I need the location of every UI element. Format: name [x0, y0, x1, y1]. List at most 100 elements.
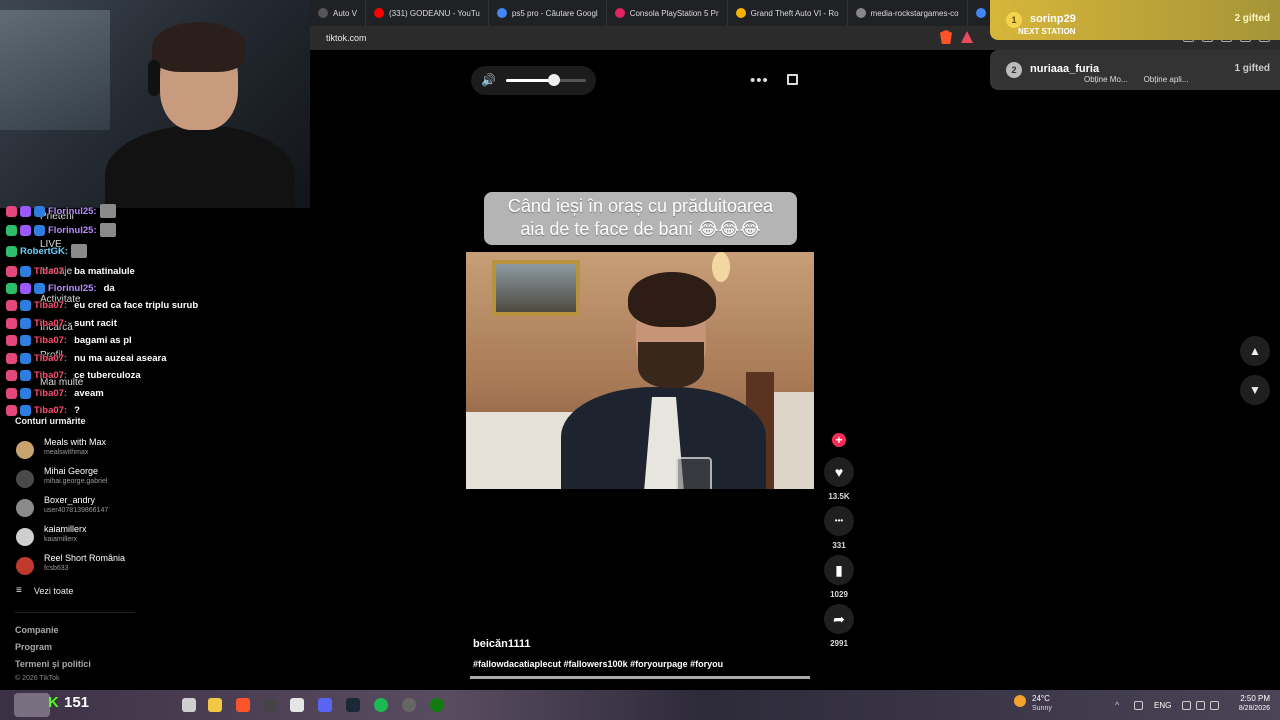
- chat-badge-icon: [34, 205, 45, 217]
- tab-label: media-rockstargames-co: [870, 8, 959, 18]
- chat-username[interactable]: Tiba07:: [34, 370, 67, 381]
- more-options-button[interactable]: •••: [750, 72, 769, 89]
- chat-username[interactable]: Florinul25:: [48, 206, 97, 217]
- following-account[interactable]: Boxer_andry user4078139866147: [16, 495, 186, 523]
- sun-icon[interactable]: [1014, 695, 1026, 707]
- tab-label: ps5 pro - Căutare Googl: [511, 8, 598, 18]
- url-text[interactable]: tiktok.com: [326, 33, 367, 43]
- like-count: 13.5K: [828, 492, 850, 501]
- chat-text: bagami as pl: [74, 334, 132, 346]
- tab-label: (331) GODEANU - YouTu: [389, 8, 480, 18]
- chat-username[interactable]: Tiba07:: [34, 266, 67, 277]
- emote-icon: [99, 204, 116, 218]
- share-icon[interactable]: ➦: [824, 604, 854, 634]
- chat-badge-icon: [6, 265, 17, 277]
- follow-plus-button[interactable]: +: [832, 433, 846, 447]
- browser-tab[interactable]: Auto V: [310, 0, 367, 26]
- obs-icon[interactable]: [402, 698, 416, 712]
- video-progress-bar[interactable]: [470, 676, 810, 679]
- battery-icon[interactable]: [1210, 701, 1219, 710]
- account-username: user4078139866147: [44, 507, 109, 514]
- webcam-window-bg: [0, 10, 110, 130]
- webcam-overlay: [0, 0, 310, 208]
- network-icon[interactable]: [1182, 701, 1191, 710]
- tab-favicon-icon: [318, 8, 328, 18]
- get-mobile-link[interactable]: Obține Mo...: [1084, 75, 1128, 84]
- chat-badge-icon: [6, 205, 17, 217]
- store-icon[interactable]: [290, 698, 304, 712]
- brave-icon[interactable]: [236, 698, 250, 712]
- tab-label: Grand Theft Auto VI - Ro: [750, 8, 839, 18]
- previous-video-button[interactable]: ▲: [1240, 336, 1270, 366]
- chat-username[interactable]: Florinul25:: [48, 225, 97, 236]
- avatar: [16, 557, 34, 575]
- clock-date[interactable]: 8/28/2026: [1230, 705, 1270, 712]
- brave-shield-icon[interactable]: [940, 30, 952, 44]
- following-account[interactable]: Mihai George mihai.george.gabriel: [16, 466, 186, 494]
- video-progress-fill: [470, 676, 810, 679]
- steam-icon[interactable]: [346, 698, 360, 712]
- hashtags[interactable]: #fallowdacatiaplecut #fallowers100k #for…: [473, 659, 723, 669]
- webcam-person-body: [105, 125, 295, 208]
- account-name: Meals with Max: [44, 437, 107, 447]
- chat-message: Tiba07: ba matinalule: [6, 263, 135, 279]
- avatar: [16, 470, 34, 488]
- chat-badge-icon: [20, 334, 31, 346]
- speaker-icon[interactable]: [1196, 701, 1205, 710]
- next-station-label: NEXT STATION: [1018, 27, 1076, 36]
- video-person-hair: [628, 272, 716, 327]
- get-app-link[interactable]: Obține apli...: [1144, 75, 1189, 84]
- browser-tab[interactable]: media-rockstargames-co: [848, 0, 968, 26]
- browser-tab[interactable]: ps5 pro - Căutare Googl: [489, 0, 607, 26]
- following-account[interactable]: kaiamillerx kaiamillerx: [16, 524, 186, 552]
- volume-icon[interactable]: 🔊: [481, 73, 496, 87]
- chat-badge-icon: [6, 299, 17, 311]
- chat-username[interactable]: Florinul25:: [48, 283, 97, 294]
- mic-icon[interactable]: [1134, 701, 1143, 710]
- language-indicator[interactable]: ENG: [1154, 701, 1171, 710]
- browser-tab[interactable]: Consola PlayStation 5 Pr: [607, 0, 728, 26]
- chat-username[interactable]: RobertGK:: [20, 246, 68, 257]
- video-player[interactable]: [466, 252, 814, 489]
- get-app-links: Obține Mo... Obține apli...: [1084, 75, 1189, 84]
- chat-text: ba matinalule: [74, 265, 135, 277]
- chat-username[interactable]: Tiba07:: [34, 388, 67, 399]
- bookmark-icon[interactable]: ▮: [824, 555, 854, 585]
- volume-knob[interactable]: [548, 74, 560, 86]
- next-video-button[interactable]: ▼: [1240, 375, 1270, 405]
- discord-icon[interactable]: [318, 698, 332, 712]
- chevron-up-icon[interactable]: ^: [1115, 701, 1124, 710]
- footer-link[interactable]: Companie: [15, 625, 59, 635]
- chat-username[interactable]: Tiba07:: [34, 353, 67, 364]
- chat-badge-icon: [20, 224, 31, 236]
- list-icon: ≡: [16, 585, 22, 596]
- footer-link[interactable]: Termeni și politici: [15, 659, 91, 669]
- app-icon[interactable]: [263, 698, 277, 712]
- chat-username[interactable]: Tiba07:: [34, 300, 67, 311]
- following-account[interactable]: Meals with Max mealswithmax: [16, 437, 186, 465]
- chat-text: ?: [74, 404, 80, 416]
- spotify-icon[interactable]: [374, 698, 388, 712]
- browser-tab[interactable]: Grand Theft Auto VI - Ro: [728, 0, 848, 26]
- clock-time[interactable]: 2:50 PM: [1230, 694, 1270, 703]
- volume-slider[interactable]: [506, 74, 586, 86]
- author-name[interactable]: beicăn1111: [473, 638, 531, 650]
- caption-line-2: aia de te face de bani 😂😂😂: [520, 219, 761, 239]
- file-explorer-icon[interactable]: [208, 698, 222, 712]
- task-view-icon[interactable]: [182, 698, 196, 712]
- chat-badge-icon: [20, 387, 31, 399]
- see-all-button[interactable]: ≡ Vezi toate: [16, 585, 73, 596]
- chat-username[interactable]: Tiba07:: [34, 335, 67, 346]
- following-account[interactable]: Reel Short România fcsb633: [16, 553, 186, 581]
- xbox-icon[interactable]: [430, 698, 444, 712]
- browser-tab[interactable]: (331) GODEANU - YouTu: [366, 0, 489, 26]
- chat-message: Tiba07: eu cred ca face triplu surub: [6, 297, 198, 313]
- fullscreen-icon[interactable]: [787, 74, 798, 85]
- comment-icon[interactable]: •••: [824, 506, 854, 536]
- volume-control[interactable]: 🔊: [471, 66, 596, 95]
- footer-link[interactable]: Program: [15, 642, 52, 652]
- gifter-rank-1: 1 sorinp29 2 gifted NEXT STATION: [990, 0, 1280, 40]
- heart-icon[interactable]: ♥: [824, 457, 854, 487]
- chat-username[interactable]: Tiba07:: [34, 318, 67, 329]
- chat-username[interactable]: Tiba07:: [34, 405, 67, 416]
